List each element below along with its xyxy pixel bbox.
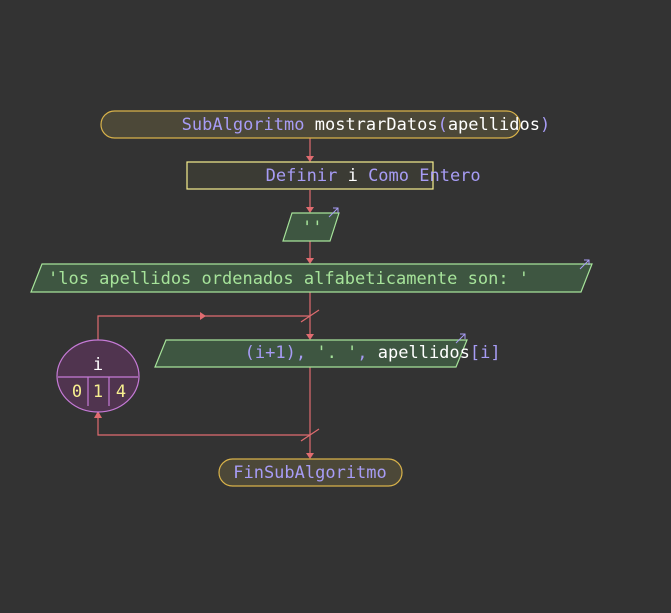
item-comma: ,: [357, 343, 367, 363]
arrowhead: [306, 156, 314, 162]
paren-close: ): [540, 115, 550, 135]
write-item-io[interactable]: (i+1), '. ', apellidos[i]: [154, 333, 552, 368]
function-name: mostrarDatos: [315, 115, 438, 135]
loop-bottom-line: [97, 414, 310, 436]
item-array-index: [i]: [470, 343, 501, 363]
write-header-io[interactable]: 'los apellidos ordenados alfabeticamente…: [30, 259, 593, 293]
item-comma: ,: [296, 343, 306, 363]
svg-text:(i+1), '. ', apellidos[i]: (i+1), '. ', apellidos[i]: [173, 343, 552, 363]
write-empty-text: '': [302, 218, 322, 238]
start-terminal[interactable]: SubAlgoritmo mostrarDatos(apellidos): [100, 110, 601, 139]
arrowhead: [306, 258, 314, 264]
loop-step: 1: [93, 382, 103, 402]
arrowhead: [306, 207, 314, 213]
svg-text:Definir i Como Entero: Definir i Como Entero: [194, 166, 532, 186]
item-array: apellidos: [368, 343, 470, 363]
start-keyword: SubAlgoritmo: [182, 115, 305, 135]
define-process[interactable]: Definir i Como Entero: [186, 161, 532, 190]
arrowhead: [306, 453, 314, 459]
loop-var: i: [93, 355, 103, 375]
arrowhead: [306, 334, 314, 340]
flowchart: SubAlgoritmo mostrarDatos(apellidos) Def…: [30, 110, 601, 487]
paren-open: (: [438, 115, 448, 135]
write-empty-io[interactable]: '': [282, 207, 340, 242]
loop-arrow-right: [200, 312, 206, 320]
svg-text:SubAlgoritmo mostrarDatos(apel: SubAlgoritmo mostrarDatos(apellidos): [110, 115, 601, 135]
param-name: apellidos: [448, 115, 540, 135]
define-keyword: Definir: [266, 166, 338, 186]
loop-start: 0: [72, 382, 82, 402]
define-type: Como Entero: [368, 166, 481, 186]
write-header-text: 'los apellidos ordenados alfabeticamente…: [48, 269, 529, 289]
define-var: i: [348, 166, 358, 186]
end-keyword: FinSubAlgoritmo: [233, 463, 387, 483]
item-separator: '. ': [306, 343, 357, 363]
loop-top-line: [97, 315, 310, 340]
end-terminal[interactable]: FinSubAlgoritmo: [218, 458, 403, 487]
for-loop-node[interactable]: i 0 1 4: [56, 339, 140, 413]
loop-end: 4: [116, 382, 126, 402]
item-index-expr: (i+1): [245, 343, 296, 363]
